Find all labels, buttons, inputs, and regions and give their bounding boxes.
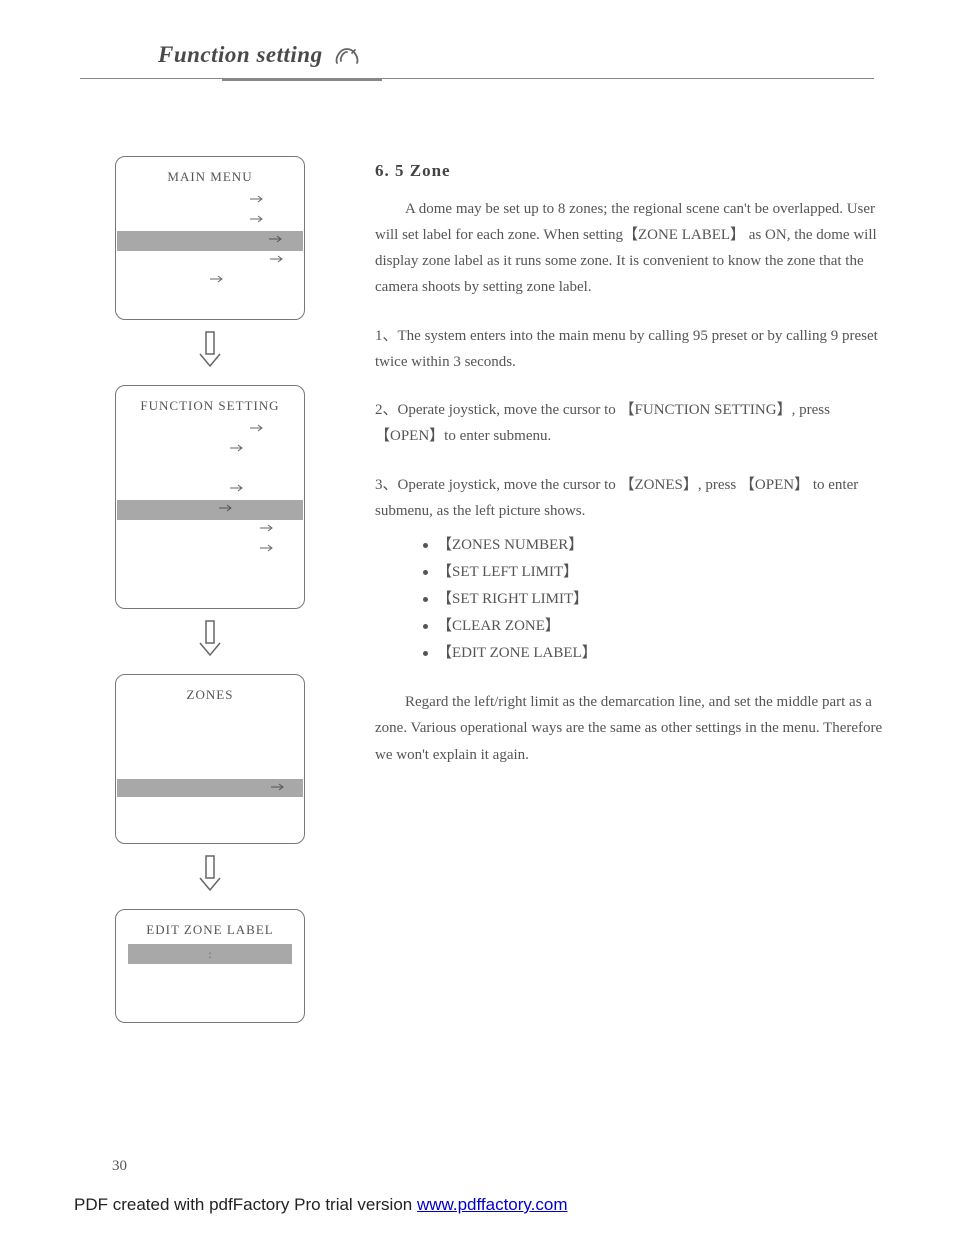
arrow-right-icon: [270, 255, 284, 263]
step-3: 3、Operate joystick, move the cursor to 【…: [375, 472, 894, 525]
menu-row: [116, 440, 304, 460]
arrow-right-icon: [230, 444, 244, 452]
down-arrow-icon: [105, 619, 315, 664]
closing-paragraph: Regard the left/right limit as the demar…: [375, 689, 894, 768]
menu-row-selected: [117, 500, 303, 520]
menu-row: [116, 191, 304, 211]
list-item: 【SET LEFT LIMIT】: [423, 559, 894, 586]
function-setting-title: FUNCTION SETTING: [116, 394, 304, 420]
arrow-right-icon: [260, 544, 274, 552]
arrow-right-icon: [269, 235, 283, 243]
edit-row-selected: :: [128, 944, 292, 964]
arrow-right-icon: [230, 484, 244, 492]
menu-row: [116, 580, 304, 600]
arrow-right-icon: [219, 504, 233, 512]
zones-title: ZONES: [116, 683, 304, 709]
menu-diagram-column: MAIN MENU FUNCTION SETTING: [105, 156, 315, 1023]
footer-text: PDF created with pdfFactory Pro trial ve…: [74, 1195, 417, 1214]
arrow-right-icon: [250, 215, 264, 223]
list-item: 【SET RIGHT LIMIT】: [423, 586, 894, 613]
menu-row: [116, 540, 304, 560]
list-item: 【EDIT ZONE LABEL】: [423, 640, 894, 667]
bullet-list: 【ZONES NUMBER】 【SET LEFT LIMIT】 【SET RIG…: [375, 532, 894, 667]
section-heading: 6. 5 Zone: [375, 156, 894, 186]
menu-row: [116, 560, 304, 580]
menu-row: [116, 271, 304, 291]
menu-row: [116, 460, 304, 480]
header-rule: [80, 78, 874, 79]
menu-row: [116, 520, 304, 540]
menu-row: [116, 251, 304, 271]
menu-row: [116, 211, 304, 231]
arrow-right-icon: [210, 275, 224, 283]
step-1: 1、The system enters into the main menu b…: [375, 323, 894, 376]
arrow-right-icon: [250, 195, 264, 203]
edit-zone-title: EDIT ZONE LABEL: [116, 918, 304, 944]
flourish-icon: [333, 45, 361, 72]
arrow-right-icon: [250, 424, 264, 432]
down-arrow-icon: [105, 330, 315, 375]
page-number: 30: [112, 1158, 127, 1175]
arrow-right-icon: [271, 783, 285, 791]
menu-row-selected: [117, 231, 303, 251]
list-item: 【ZONES NUMBER】: [423, 532, 894, 559]
menu-row: [116, 420, 304, 440]
main-menu-box: MAIN MENU: [115, 156, 305, 320]
text-content: 6. 5 Zone A dome may be set up to 8 zone…: [315, 156, 894, 1023]
header-title: Function setting: [158, 42, 323, 68]
page-header: Function setting: [0, 0, 954, 72]
edit-zone-label-box: EDIT ZONE LABEL :: [115, 909, 305, 1023]
list-item: 【CLEAR ZONE】: [423, 613, 894, 640]
intro-paragraph: A dome may be set up to 8 zones; the reg…: [375, 196, 894, 301]
function-setting-box: FUNCTION SETTING: [115, 385, 305, 609]
pdf-footer: PDF created with pdfFactory Pro trial ve…: [74, 1195, 568, 1215]
arrow-right-icon: [260, 524, 274, 532]
footer-link[interactable]: www.pdffactory.com: [417, 1195, 568, 1214]
zones-box: ZONES: [115, 674, 305, 844]
menu-row: [116, 480, 304, 500]
down-arrow-icon: [105, 854, 315, 899]
menu-row-selected: [117, 779, 303, 797]
menu-row: [116, 291, 304, 311]
main-menu-title: MAIN MENU: [116, 165, 304, 191]
step-2: 2、Operate joystick, move the cursor to 【…: [375, 397, 894, 450]
